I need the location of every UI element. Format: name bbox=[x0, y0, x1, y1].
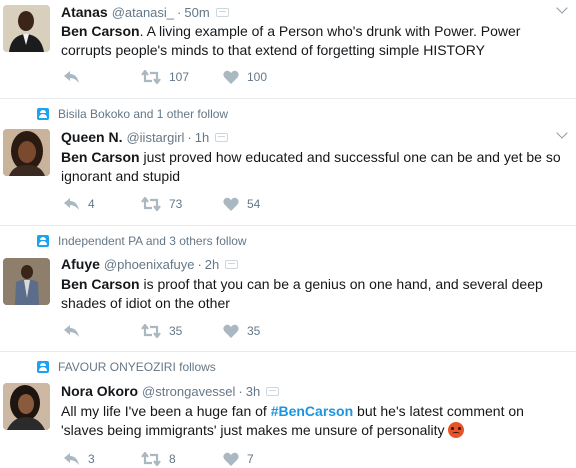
tweet-text: All my life I've been a huge fan of #Ben… bbox=[61, 403, 524, 438]
like-button[interactable]: 54 bbox=[223, 195, 260, 213]
tweet-text: Ben Carson is proof that you can be a ge… bbox=[61, 276, 543, 311]
reply-icon bbox=[64, 453, 79, 465]
tweet-2[interactable]: Bisila Bokoko and 1 other follow Queen N… bbox=[0, 99, 576, 226]
display-name[interactable]: Nora Okoro bbox=[61, 383, 138, 399]
social-context: Bisila Bokoko and 1 other follow bbox=[37, 107, 228, 121]
user-handle[interactable]: @strongavessel bbox=[142, 384, 235, 399]
tweet-header: Queen N. @iistargirl · 1h bbox=[61, 128, 229, 146]
tweet-text: Ben Carson just proved how educated and … bbox=[61, 149, 561, 184]
tweet-actions: 107 100 bbox=[61, 68, 361, 86]
retweet-count: 73 bbox=[169, 197, 183, 211]
retweet-button[interactable]: 107 bbox=[141, 68, 189, 86]
tweet-1[interactable]: Atanas @atanasi_ · 50m Ben Carson. A liv… bbox=[0, 0, 576, 99]
timestamp[interactable]: 50m bbox=[184, 5, 209, 20]
retweet-icon bbox=[141, 452, 161, 466]
angry-face-icon bbox=[447, 422, 464, 438]
avatar[interactable] bbox=[3, 129, 50, 176]
heart-icon bbox=[223, 452, 239, 466]
like-count: 7 bbox=[247, 452, 254, 466]
avatar[interactable] bbox=[3, 5, 50, 52]
separator-dot: · bbox=[177, 4, 182, 20]
chevron-down-icon[interactable] bbox=[556, 2, 568, 14]
tweet-3[interactable]: Independent PA and 3 others follow Afuye… bbox=[0, 226, 576, 352]
chevron-down-icon[interactable] bbox=[556, 127, 568, 139]
follow-badge-icon bbox=[37, 361, 49, 373]
tweet-actions: 35 35 bbox=[61, 322, 361, 340]
user-handle[interactable]: @phoenixafuye bbox=[104, 257, 195, 272]
retweet-button[interactable]: 8 bbox=[141, 450, 176, 468]
tweet-actions: 3 8 7 bbox=[61, 450, 361, 468]
follow-badge-icon bbox=[37, 108, 49, 120]
display-name[interactable]: Atanas bbox=[61, 4, 108, 20]
heart-icon bbox=[223, 70, 239, 84]
like-button[interactable]: 100 bbox=[223, 68, 267, 86]
tweet-header: Atanas @atanasi_ · 50m bbox=[61, 3, 229, 21]
heart-icon bbox=[223, 197, 239, 211]
like-count: 100 bbox=[247, 70, 268, 84]
caret-badge-icon bbox=[266, 386, 280, 396]
retweet-count: 35 bbox=[169, 324, 183, 338]
caret-badge-icon bbox=[225, 259, 239, 269]
timestamp[interactable]: 3h bbox=[246, 384, 260, 399]
reply-icon bbox=[64, 71, 79, 83]
tweet-header: Nora Okoro @strongavessel · 3h bbox=[61, 382, 280, 400]
tweet-header: Afuye @phoenixafuye · 2h bbox=[61, 255, 239, 273]
avatar[interactable] bbox=[3, 383, 50, 430]
retweet-count: 107 bbox=[169, 70, 190, 84]
social-context: Independent PA and 3 others follow bbox=[37, 234, 247, 248]
hashtag-link[interactable]: #BenCarson bbox=[271, 403, 353, 419]
retweet-icon bbox=[141, 197, 161, 211]
like-count: 54 bbox=[247, 197, 261, 211]
mention-bold[interactable]: Ben Carson bbox=[61, 276, 140, 292]
reply-icon bbox=[64, 198, 79, 210]
display-name[interactable]: Afuye bbox=[61, 256, 100, 272]
display-name[interactable]: Queen N. bbox=[61, 129, 122, 145]
like-button[interactable]: 7 bbox=[223, 450, 254, 468]
user-handle[interactable]: @atanasi_ bbox=[112, 5, 174, 20]
separator-dot: · bbox=[187, 129, 192, 145]
tweet-text: Ben Carson. A living example of a Person… bbox=[61, 23, 521, 58]
like-count: 35 bbox=[247, 324, 261, 338]
reply-button[interactable]: 3 bbox=[63, 450, 95, 468]
mention-bold[interactable]: Ben Carson bbox=[61, 23, 140, 39]
retweet-button[interactable]: 35 bbox=[141, 322, 182, 340]
tweet-4[interactable]: FAVOUR ONYEOZIRI follows Nora Okoro @str… bbox=[0, 352, 576, 467]
avatar[interactable] bbox=[3, 258, 50, 305]
caret-badge-icon bbox=[215, 7, 229, 17]
timestamp[interactable]: 1h bbox=[195, 130, 209, 145]
timestamp[interactable]: 2h bbox=[205, 257, 219, 272]
tweet-actions: 4 73 54 bbox=[61, 195, 361, 213]
like-button[interactable]: 35 bbox=[223, 322, 260, 340]
reply-icon bbox=[64, 325, 79, 337]
follow-badge-icon bbox=[37, 235, 49, 247]
reply-button[interactable] bbox=[63, 322, 80, 340]
retweet-icon bbox=[141, 70, 161, 84]
retweet-button[interactable]: 73 bbox=[141, 195, 182, 213]
mention-bold[interactable]: Ben Carson bbox=[61, 149, 140, 165]
reply-count: 3 bbox=[88, 452, 95, 466]
heart-icon bbox=[223, 324, 239, 338]
retweet-icon bbox=[141, 324, 161, 338]
reply-count: 4 bbox=[88, 197, 95, 211]
reply-button[interactable] bbox=[63, 68, 80, 86]
separator-dot: · bbox=[197, 256, 202, 272]
separator-dot: · bbox=[238, 383, 243, 399]
user-handle[interactable]: @iistargirl bbox=[126, 130, 184, 145]
caret-badge-icon bbox=[215, 132, 229, 142]
retweet-count: 8 bbox=[169, 452, 176, 466]
reply-button[interactable]: 4 bbox=[63, 195, 95, 213]
social-context: FAVOUR ONYEOZIRI follows bbox=[37, 360, 216, 374]
